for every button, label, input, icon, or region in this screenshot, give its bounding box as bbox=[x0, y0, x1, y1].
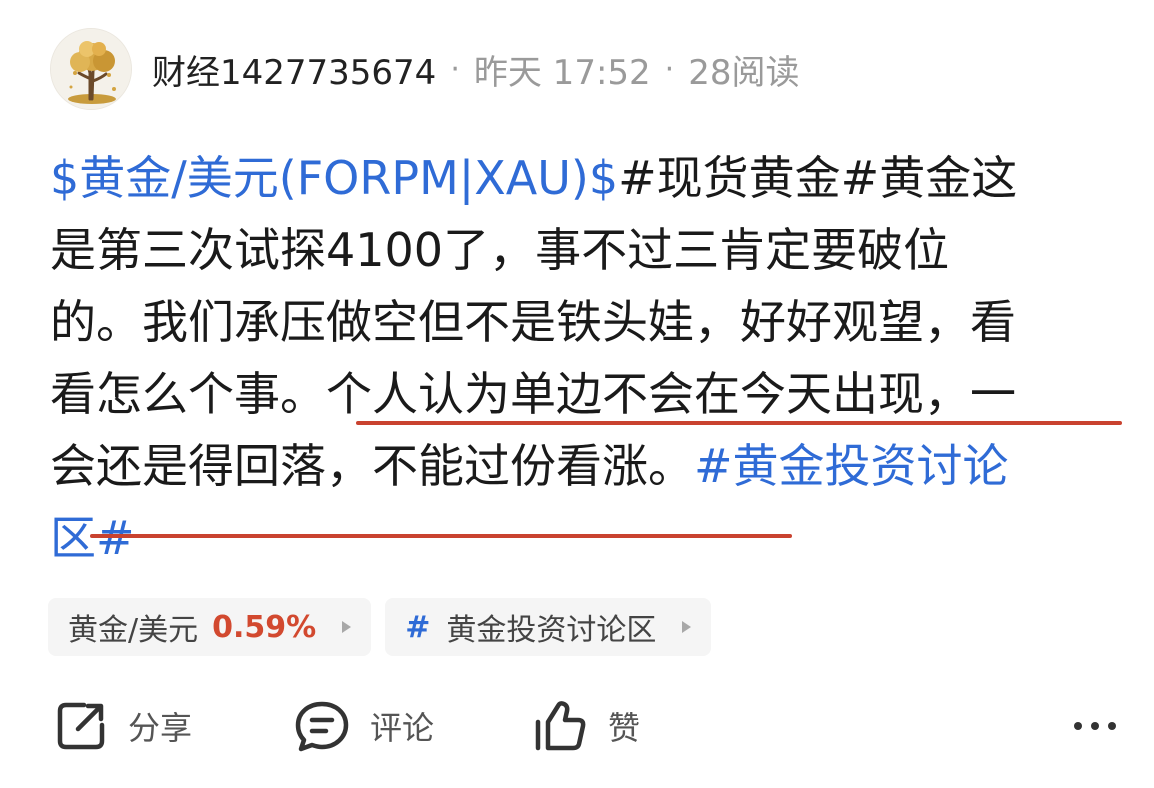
post-text: 的。我们承压做空但不是铁头娃，好好观望，看 bbox=[50, 295, 1016, 349]
post-line: 是第三次试探4100了，事不过三肯定要破位 bbox=[50, 214, 1130, 286]
stock-chip[interactable]: 黄金/美元 0.59% bbox=[48, 598, 372, 656]
meta-separator: · bbox=[664, 51, 675, 87]
post-text: 是第三次试探4100了，事不过三肯定要破位 bbox=[50, 223, 950, 277]
post-text: #现货黄金#黄金这 bbox=[618, 151, 1018, 205]
post-line: 看怎么个事。个人认为单边不会在今天出现，一 bbox=[50, 358, 1130, 430]
more-button[interactable] bbox=[1070, 694, 1120, 758]
topic-chip-name: 黄金投资讨论区 bbox=[446, 613, 657, 648]
post-line: $黄金/美元(FORPM|XAU)$#现货黄金#黄金这 bbox=[50, 142, 1130, 214]
stock-change: 0.59% bbox=[212, 609, 317, 645]
share-icon bbox=[57, 702, 105, 750]
post-line: 的。我们承压做空但不是铁头娃，好好观望，看 bbox=[50, 286, 1130, 358]
post-header: 财经1427735674 · 昨天 17:52 · 28阅读 bbox=[50, 28, 799, 110]
comment-label: 评论 bbox=[370, 709, 435, 747]
meta-separator: · bbox=[450, 51, 460, 87]
topic-link[interactable]: #黄金投资讨论 bbox=[694, 439, 1009, 493]
stock-link[interactable]: $黄金/美元(FORPM|XAU)$ bbox=[50, 151, 618, 205]
thumbs-up-icon bbox=[535, 701, 586, 751]
read-count: 28阅读 bbox=[688, 52, 800, 93]
share-label: 分享 bbox=[128, 709, 193, 747]
post-text: 会还是得回落，不能过份看涨。 bbox=[50, 439, 694, 493]
related-tags: 黄金/美元 0.59% # 黄金投资讨论区 bbox=[48, 598, 712, 656]
post-text: 个人认为单边不会在今天出现，一 bbox=[326, 367, 1016, 421]
avatar[interactable] bbox=[50, 28, 132, 110]
post-line: 会还是得回落，不能过份看涨。#黄金投资讨论 bbox=[50, 430, 1130, 502]
annotation-underline bbox=[356, 421, 1122, 425]
like-label: 赞 bbox=[608, 709, 641, 747]
stock-chip-name: 黄金/美元 bbox=[68, 613, 199, 648]
post-content: $黄金/美元(FORPM|XAU)$#现货黄金#黄金这 是第三次试探4100了，… bbox=[50, 142, 1130, 574]
annotation-underline bbox=[90, 534, 792, 538]
topic-chip[interactable]: # 黄金投资讨论区 bbox=[385, 598, 712, 656]
tree-avatar-icon bbox=[51, 29, 131, 109]
chevron-right-icon bbox=[682, 621, 692, 633]
hash-icon: # bbox=[405, 609, 431, 645]
topic-link[interactable]: 区# bbox=[50, 511, 135, 565]
comment-icon bbox=[295, 701, 349, 752]
post-line: 区# bbox=[50, 502, 1130, 574]
comment-button[interactable]: 评论 bbox=[294, 694, 434, 758]
chevron-right-icon bbox=[342, 621, 352, 633]
share-button[interactable]: 分享 bbox=[54, 694, 192, 758]
like-button[interactable]: 赞 bbox=[532, 694, 640, 758]
action-bar: 分享 评论 赞 bbox=[50, 694, 1120, 758]
author-name[interactable]: 财经1427735674 bbox=[152, 45, 436, 94]
post-time: 昨天 17:52 bbox=[473, 52, 651, 93]
more-icon bbox=[1074, 722, 1116, 730]
post-text: 看怎么个事。 bbox=[50, 367, 326, 421]
